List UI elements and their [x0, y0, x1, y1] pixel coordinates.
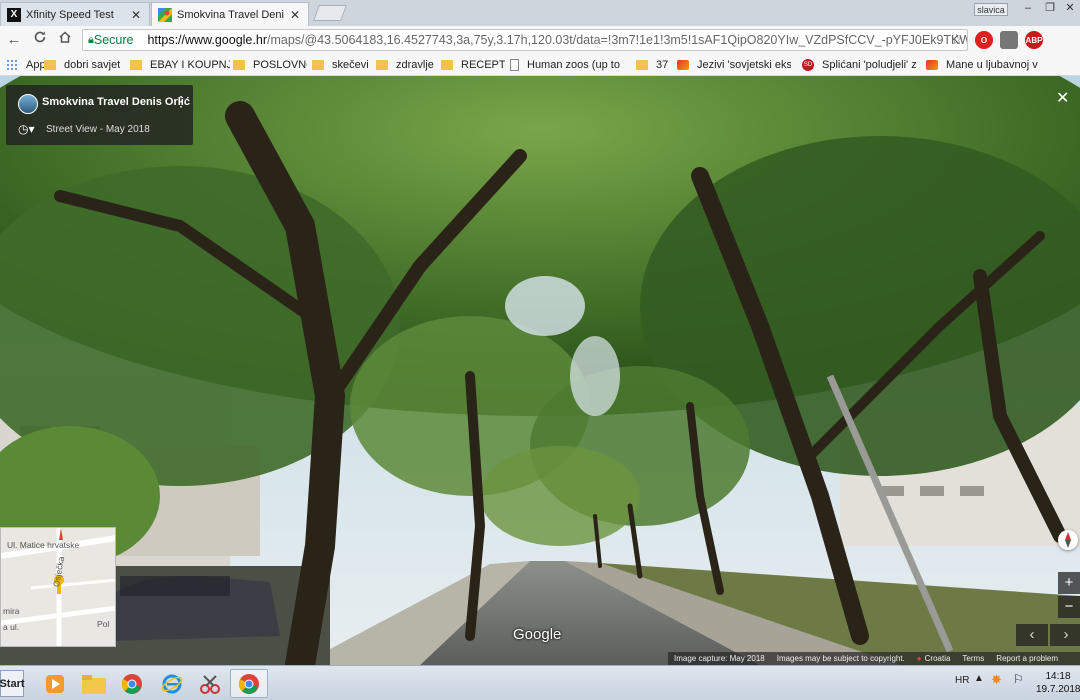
adblock-plus-icon[interactable]: ABP	[1025, 31, 1043, 49]
flag-icon: ●	[916, 654, 922, 663]
map-label: a ul.	[3, 622, 20, 632]
opera-extension-icon[interactable]: O	[975, 31, 993, 49]
secure-label: Secure	[93, 33, 134, 47]
tab-title: Xfinity Speed Test	[26, 8, 114, 21]
profile-button[interactable]: slavica	[974, 3, 1008, 16]
mini-map[interactable]: Ul. Matice hrvatske Osječka mira a ul. P…	[0, 527, 116, 647]
internet-explorer-icon[interactable]	[153, 669, 191, 698]
close-street-view-icon[interactable]: ✕	[1056, 91, 1072, 108]
tab-strip: X Xfinity Speed Test ✕ Smokvina Travel D…	[0, 0, 1080, 26]
action-center-flag-icon[interactable]: ⚐	[1013, 672, 1024, 686]
bookmark-folder[interactable]: zdravlje	[376, 57, 436, 73]
chrome-active-icon[interactable]	[230, 669, 268, 698]
bookmark-folder[interactable]: dobri savjeti	[44, 57, 120, 73]
next-photo-button[interactable]: ›	[1050, 624, 1080, 646]
zoom-out-button[interactable]: −	[1058, 596, 1080, 618]
bookmark-apps[interactable]: Apps	[6, 57, 44, 73]
report-problem-link[interactable]: Report a problem	[996, 654, 1058, 663]
street-view-image[interactable]	[0, 76, 1080, 665]
google-maps-icon	[158, 7, 172, 22]
language-indicator[interactable]: HR	[955, 675, 969, 686]
bookmark-folder[interactable]: POSLOVNO	[233, 57, 307, 73]
back-button[interactable]: ←	[4, 30, 24, 50]
snipping-tool-icon[interactable]	[191, 669, 229, 698]
apps-grid-icon	[6, 59, 18, 71]
map-label: Ul. Matice hrvatske	[7, 540, 80, 550]
file-explorer-icon[interactable]	[75, 669, 113, 698]
site-favicon-icon	[926, 60, 938, 70]
close-window-icon[interactable]: ✕	[1058, 0, 1080, 18]
home-button[interactable]	[55, 30, 75, 50]
terms-link[interactable]: Terms	[962, 654, 984, 663]
place-title[interactable]: Smokvina Travel Denis Orlić	[42, 96, 190, 108]
folder-icon	[376, 60, 388, 70]
street-view-footer: Image capture: May 2018 Images may be su…	[668, 652, 1080, 665]
reload-button[interactable]	[30, 30, 50, 50]
bookmark-folder[interactable]: 37	[636, 57, 672, 73]
xfinity-icon: X	[7, 7, 21, 22]
close-tab-icon[interactable]: ✕	[288, 8, 302, 22]
clock-time: 14:18	[1045, 671, 1071, 682]
copyright-notice: Images may be subject to copyright.	[776, 654, 905, 663]
home-icon	[59, 31, 71, 43]
folder-icon	[130, 60, 142, 70]
map-label: mira	[3, 606, 20, 616]
show-hidden-icons-icon[interactable]: ▲	[974, 673, 984, 684]
chrome-icon[interactable]	[113, 669, 151, 698]
region-link[interactable]: ● Croatia	[917, 654, 951, 663]
tab-title: Smokvina Travel Denis Orlić	[177, 8, 284, 21]
time-travel-clock-icon[interactable]: ◷▾	[18, 122, 35, 136]
media-player-icon[interactable]	[36, 669, 74, 698]
compass-icon[interactable]	[1058, 530, 1078, 550]
folder-icon	[441, 60, 453, 70]
bookmark-page[interactable]: Human zoos (up to 19	[510, 57, 624, 73]
windows-taskbar: Start HR ▲ ✸ ⚐ 14:18 19.7.2018.	[0, 665, 1080, 700]
start-button[interactable]: Start	[0, 670, 25, 697]
bookmark-page[interactable]: Jezivi 'sovjetski eksper	[677, 57, 791, 73]
folder-icon	[312, 60, 324, 70]
folder-icon	[44, 60, 56, 70]
system-clock[interactable]: 14:18 19.7.2018.	[1036, 670, 1080, 696]
site-favicon-icon	[677, 60, 689, 70]
bookmark-page[interactable]: SDSplićani 'poludjeli' za N	[802, 57, 916, 73]
address-bar[interactable]: 🔒︎ Secure https://www.google.hr/maps/@43…	[82, 29, 968, 51]
url-path: /maps/@43.5064183,16.4527743,3a,75y,3.17…	[266, 33, 968, 47]
page-icon	[510, 59, 519, 71]
bookmark-folder[interactable]: RECEPTI	[441, 57, 505, 73]
more-options-icon[interactable]: ⋮	[174, 93, 188, 110]
place-info-card: Smokvina Travel Denis Orlić ⋮ ◷▾ Street …	[6, 85, 193, 145]
folder-icon	[636, 60, 648, 70]
image-capture-date: Image capture: May 2018	[674, 654, 765, 663]
bookmark-star-icon[interactable]: ☆	[950, 31, 963, 48]
new-tab-button[interactable]	[313, 5, 347, 21]
slobodna-dalmacija-icon: SD	[802, 59, 814, 71]
zoom-in-button[interactable]: +	[1058, 572, 1080, 594]
close-tab-icon[interactable]: ✕	[129, 8, 143, 22]
url-host: https://www.google.hr	[147, 33, 267, 47]
place-avatar[interactable]	[18, 94, 38, 114]
bookmarks-bar: Apps dobri savjeti EBAY I KOUPNJA POSLOV…	[0, 54, 1080, 76]
street-view-panorama[interactable]: Smokvina Travel Denis Orlić ⋮ ◷▾ Street …	[0, 76, 1080, 665]
tab-smokvina-travel[interactable]: Smokvina Travel Denis Orlić ✕	[151, 2, 309, 26]
minimize-icon[interactable]: –	[1016, 0, 1040, 18]
bookmark-folder[interactable]: skečevi	[312, 57, 372, 73]
bookmark-folder[interactable]: EBAY I KOUPNJA	[130, 57, 230, 73]
avast-tray-icon[interactable]: ✸	[991, 672, 1002, 688]
clock-date: 19.7.2018.	[1036, 684, 1080, 695]
folder-icon	[233, 60, 245, 70]
bookmark-page[interactable]: Mane u ljubavnoj vezi	[926, 57, 1038, 73]
reload-icon	[34, 31, 46, 43]
browser-toolbar: ← 🔒︎ Secure https://www.google.hr/maps/@…	[0, 26, 1080, 54]
street-view-date: Street View - May 2018	[46, 124, 150, 135]
tab-xfinity-speed-test[interactable]: X Xfinity Speed Test ✕	[0, 2, 150, 26]
map-label: Pol	[97, 619, 110, 629]
google-logo: Google	[513, 626, 562, 643]
camera-extension-icon[interactable]	[1000, 31, 1018, 49]
previous-photo-button[interactable]: ‹	[1016, 624, 1048, 646]
